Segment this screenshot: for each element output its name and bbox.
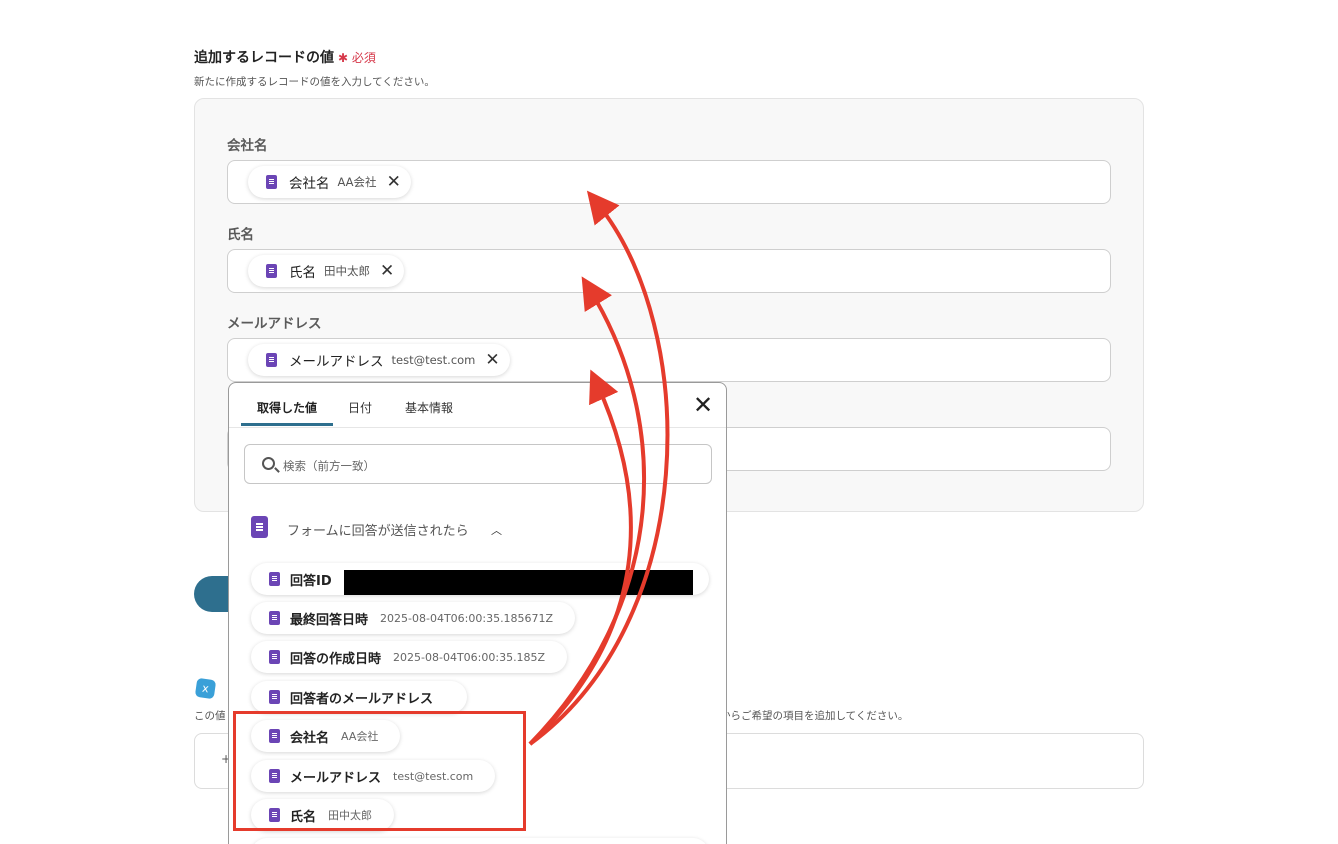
annotation-arrows <box>528 190 670 746</box>
arrow-to-company <box>528 190 670 746</box>
arrow-to-email <box>528 369 633 746</box>
